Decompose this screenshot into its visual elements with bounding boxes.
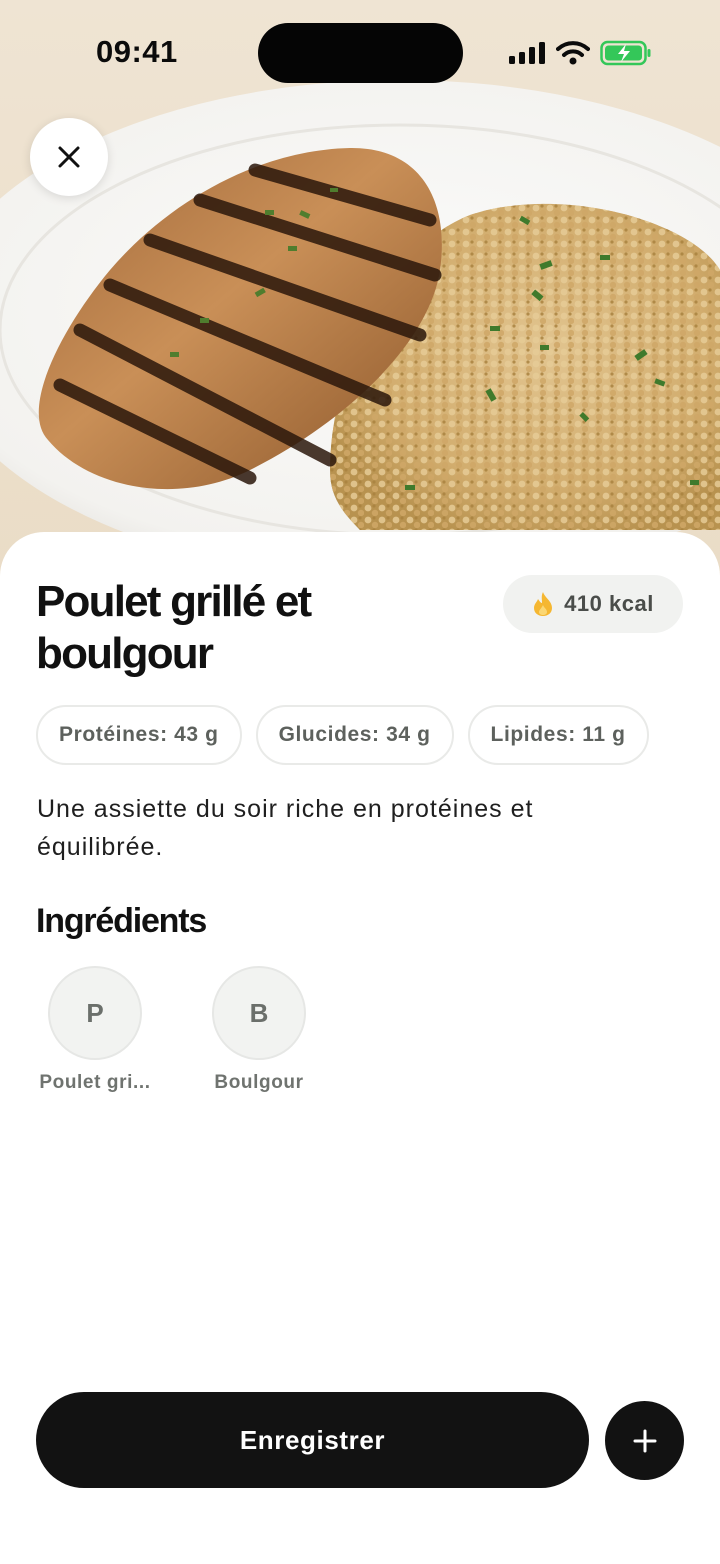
- ingredient-label: Poulet gri...: [39, 1072, 151, 1093]
- ingredient-item-chicken[interactable]: P Poulet gri...: [36, 966, 154, 1094]
- add-button[interactable]: [605, 1401, 684, 1480]
- dynamic-island: [258, 23, 463, 83]
- status-icons: [508, 38, 652, 68]
- ingredients-list: P Poulet gri... B Boulgour: [36, 966, 318, 1094]
- ingredient-avatar: B: [212, 966, 306, 1060]
- meal-title: Poulet grillé et boulgour: [36, 577, 312, 678]
- macro-chip-proteins: Protéines: 43 g: [36, 705, 242, 765]
- meal-description: Une assiette du soir riche en protéines …: [37, 795, 534, 861]
- cellular-signal-icon: [509, 42, 545, 64]
- calorie-badge: 410 kcal: [503, 575, 683, 633]
- status-bar: 09:41: [0, 0, 720, 100]
- battery-charging-icon: [600, 40, 651, 66]
- ingredient-label: Boulgour: [214, 1072, 304, 1093]
- macro-chip-carbs: Glucides: 34 g: [255, 705, 454, 765]
- ingredient-item-bulgur[interactable]: B Boulgour: [200, 966, 318, 1094]
- wifi-icon: [556, 41, 590, 65]
- ingredient-avatar: P: [48, 966, 142, 1060]
- flame-icon: [534, 592, 553, 616]
- plus-icon: [633, 1429, 656, 1452]
- close-button[interactable]: [30, 118, 108, 196]
- macro-chips: Protéines: 43 g Glucides: 34 g Lipides: …: [36, 705, 649, 765]
- close-icon: [58, 146, 80, 168]
- calorie-value: 410 kcal: [564, 591, 654, 616]
- save-button[interactable]: Enregistrer: [36, 1392, 589, 1488]
- status-time: 09:41: [96, 34, 178, 69]
- ingredients-title: Ingrédients: [36, 902, 207, 940]
- macro-chip-fats: Lipides: 11 g: [467, 705, 649, 765]
